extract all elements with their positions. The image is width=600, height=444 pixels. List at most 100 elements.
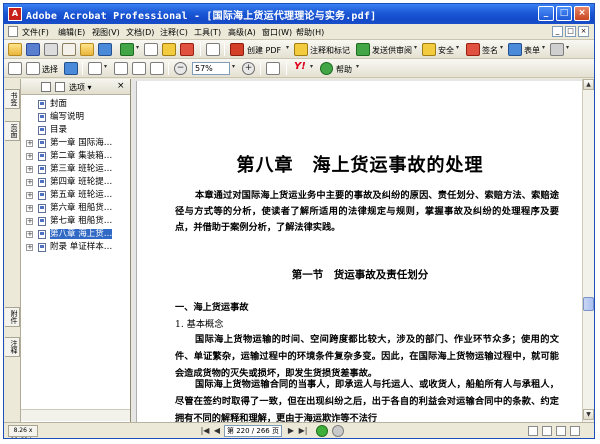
menu-help[interactable]: 帮助(H) (296, 27, 324, 38)
comment-icon[interactable] (294, 43, 308, 56)
bookmark-item[interactable]: + 第五章 班轮运… (21, 189, 130, 202)
expand-icon[interactable]: + (26, 205, 33, 212)
menu-advanced[interactable]: 高级(A) (228, 27, 256, 38)
page-size-indicator[interactable]: 8.26 x 11.69 in (8, 425, 38, 438)
bookmark-item[interactable]: + 第一章 国际海… (21, 137, 130, 150)
snapshot-icon[interactable] (64, 62, 78, 75)
select-tool-icon[interactable] (26, 62, 40, 75)
minimize-button[interactable]: _ (538, 6, 554, 21)
facing-layout-icon[interactable] (556, 426, 566, 436)
next-page-icon[interactable]: ▶ (286, 426, 296, 436)
continuous-facing-layout-icon[interactable] (570, 426, 580, 436)
attach-dropdown-icon[interactable]: ▾ (136, 44, 139, 51)
continuous-layout-icon[interactable] (542, 426, 552, 436)
bookmark-item[interactable]: 封面 (21, 98, 130, 111)
task-icon[interactable] (550, 43, 564, 56)
doc-minimize-button[interactable]: _ (552, 26, 563, 37)
next-view-icon[interactable] (332, 425, 344, 437)
save-icon[interactable] (26, 43, 40, 56)
bookmark-item[interactable]: 编写说明 (21, 111, 130, 124)
scroll-up-icon[interactable]: ▲ (583, 79, 594, 90)
security-dropdown-icon[interactable]: ▾ (456, 44, 459, 51)
scroll-thumb[interactable] (583, 297, 594, 311)
email-icon[interactable] (62, 43, 76, 56)
fit-width-icon[interactable] (150, 62, 164, 75)
expand-icon[interactable]: + (26, 218, 33, 225)
page-number-field[interactable]: 第 220 / 266 页 (224, 425, 282, 437)
menu-tools[interactable]: 工具(T) (194, 27, 221, 38)
last-page-icon[interactable]: ▶| (298, 426, 308, 436)
open-web-icon[interactable] (144, 43, 158, 56)
bookmark-item[interactable]: + 第四章 班轮提… (21, 176, 130, 189)
forms-dropdown-icon[interactable]: ▾ (542, 44, 545, 51)
new-bookmark-icon[interactable] (41, 82, 51, 92)
security-button[interactable]: 安全 (438, 45, 454, 56)
bookmark-item[interactable]: + 第六章 租船货… (21, 202, 130, 215)
maximize-button[interactable]: □ (556, 6, 572, 21)
forms-icon[interactable] (508, 43, 522, 56)
pdf-page[interactable]: 第八章 海上货运事故的处理 本章通过对国际海上货运业务中主要的事故及纠纷的原因、… (136, 81, 582, 422)
tab-pages[interactable]: 页面 (5, 121, 20, 141)
zoom-dropdown-icon[interactable]: ▾ (232, 63, 235, 70)
bookmark-item[interactable]: + 第七章 租船货… (21, 215, 130, 228)
create-pdf-icon[interactable] (230, 43, 244, 56)
zoom-level-input[interactable]: 57% (192, 62, 230, 75)
stamp-icon[interactable] (180, 43, 194, 56)
menu-edit[interactable]: 编辑(E) (58, 27, 85, 38)
expand-icon[interactable]: + (26, 153, 33, 160)
camera-icon[interactable] (162, 43, 176, 56)
task-dropdown-icon[interactable]: ▾ (566, 44, 569, 51)
zoom-tool-dropdown-icon[interactable]: ▾ (104, 63, 107, 70)
help-icon[interactable] (320, 62, 333, 75)
bookmark-item[interactable]: + 第二章 集装箱… (21, 150, 130, 163)
menu-view[interactable]: 视图(V) (92, 27, 120, 38)
zoom-in-icon[interactable]: + (242, 62, 255, 75)
delete-bookmark-icon[interactable] (55, 82, 65, 92)
comment-markup-button[interactable]: 注释和标记 (310, 45, 350, 56)
sign-pen-icon[interactable] (466, 43, 480, 56)
review-icon[interactable] (356, 43, 370, 56)
bookmark-item[interactable]: + 第三章 班轮运… (21, 163, 130, 176)
page-icon[interactable] (206, 43, 220, 56)
vertical-scrollbar[interactable]: ▲ ▼ (582, 79, 594, 422)
yahoo-dropdown-icon[interactable]: ▾ (310, 63, 313, 70)
review-dropdown-icon[interactable]: ▾ (414, 44, 417, 51)
title-bar[interactable]: A Adobe Acrobat Professional - [国际海上货运代理… (4, 4, 594, 24)
bookmark-item[interactable]: 目录 (21, 124, 130, 137)
single-page-layout-icon[interactable] (528, 426, 538, 436)
open-icon[interactable] (8, 43, 22, 56)
print-icon[interactable] (44, 43, 58, 56)
doc-close-button[interactable]: × (578, 26, 589, 37)
panel-close-icon[interactable]: × (117, 81, 125, 91)
forms-button[interactable]: 表单 (524, 45, 540, 56)
rotate-icon[interactable] (266, 62, 280, 75)
expand-icon[interactable]: + (26, 231, 33, 238)
bookmark-item[interactable]: + 附录 单证样本… (21, 241, 130, 254)
document-view[interactable]: 第八章 海上货运事故的处理 本章通过对国际海上货运业务中主要的事故及纠纷的原因、… (132, 79, 582, 422)
first-page-icon[interactable]: |◀ (200, 426, 210, 436)
create-pdf-button[interactable]: 创建 PDF (247, 45, 281, 56)
hand-tool-icon[interactable] (8, 62, 22, 75)
create-pdf-dropdown-icon[interactable]: ▾ (286, 44, 289, 51)
expand-icon[interactable]: + (26, 166, 33, 173)
bookmark-item[interactable]: + 第八章 海上货… (21, 228, 130, 241)
doc-restore-button[interactable]: □ (565, 26, 576, 37)
search-icon[interactable] (98, 43, 112, 56)
tab-attachments[interactable]: 附件 (5, 307, 20, 327)
sign-dropdown-icon[interactable]: ▾ (500, 44, 503, 51)
expand-icon[interactable]: + (26, 244, 33, 251)
sign-button[interactable]: 签名 (482, 45, 498, 56)
acrobat-app-icon[interactable]: A (8, 7, 22, 21)
zoom-tool-icon[interactable] (88, 62, 102, 75)
expand-icon[interactable]: + (26, 179, 33, 186)
help-button[interactable]: 帮助 (336, 64, 352, 75)
panel-horizontal-scrollbar[interactable] (21, 409, 130, 421)
tab-comments[interactable]: 注释 (5, 337, 20, 357)
zoom-out-icon[interactable]: − (174, 62, 187, 75)
menu-file[interactable]: 文件(F) (22, 27, 49, 38)
document-menu-icon[interactable] (8, 26, 18, 37)
fit-page-icon[interactable] (132, 62, 146, 75)
menu-comments[interactable]: 注释(C) (160, 27, 188, 38)
actual-size-icon[interactable] (114, 62, 128, 75)
scroll-down-icon[interactable]: ▼ (583, 409, 594, 420)
